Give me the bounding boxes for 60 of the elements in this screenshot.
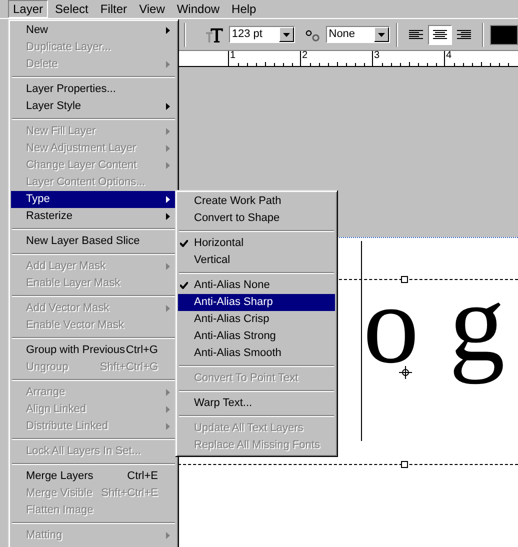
menu-item[interactable]: Anti-Alias None	[178, 277, 335, 294]
submenu-arrow-icon	[166, 145, 170, 152]
menu-item[interactable]: New	[11, 22, 176, 39]
menu-item[interactable]: Vertical	[178, 252, 335, 269]
menu-item[interactable]: New Layer Based Slice	[11, 233, 176, 250]
submenu-arrow-icon	[166, 532, 170, 539]
color-swatch[interactable]	[490, 24, 518, 44]
menu-item[interactable]: Warp Text...	[178, 395, 335, 412]
anti-alias-field[interactable]: None	[326, 26, 390, 43]
menu-item[interactable]: Anti-Alias Sharp	[178, 294, 335, 311]
submenu-arrow-icon	[166, 128, 170, 135]
menu-bar-item[interactable]: View	[134, 0, 170, 18]
align-button[interactable]	[428, 24, 452, 44]
canvas-letter: g	[449, 260, 505, 387]
canvas-letter: o	[363, 285, 419, 366]
menu-item[interactable]: Layer Properties...	[11, 81, 176, 98]
menu-item[interactable]: Type	[11, 191, 176, 208]
ruler-label: 3	[374, 51, 380, 61]
font-size-field[interactable]: 123 pt	[228, 26, 295, 43]
checkmark-icon	[180, 240, 188, 247]
submenu-arrow-icon	[166, 196, 170, 203]
menu-item[interactable]: Convert to Shape	[178, 210, 335, 227]
ruler-label: 4	[446, 51, 452, 61]
menu-item[interactable]: Create Work Path	[178, 193, 335, 210]
menu-item[interactable]: Anti-Alias Crisp	[178, 311, 335, 328]
align-icon	[456, 30, 472, 40]
menu-bar-item[interactable]: Select	[50, 0, 94, 18]
caret-icon	[282, 32, 290, 36]
menu-item[interactable]: Horizontal	[178, 235, 335, 252]
submenu-arrow-icon	[166, 423, 170, 430]
menu-item[interactable]: Anti-Alias Strong	[178, 328, 335, 345]
anti-alias-icon	[304, 28, 320, 42]
submenu-arrow-icon	[166, 305, 170, 312]
submenu-arrow-icon	[166, 213, 170, 220]
submenu-arrow-icon	[166, 27, 170, 34]
submenu-arrow-icon	[166, 389, 170, 396]
menu-item[interactable]: Layer Style	[11, 98, 176, 115]
menu-bar-item[interactable]: Filter	[95, 0, 132, 18]
align-icon	[432, 30, 448, 40]
menu-bar-item[interactable]: Window	[172, 0, 225, 18]
resize-handle[interactable]	[401, 461, 408, 468]
caret-icon	[378, 32, 385, 36]
menu-bar-item[interactable]: Help	[226, 0, 262, 18]
submenu-arrow-icon	[166, 103, 170, 110]
type-size-icon	[206, 26, 223, 42]
submenu-arrow-icon	[166, 162, 170, 169]
ruler-label: 1	[230, 51, 236, 61]
menu-bar-item[interactable]: Layer	[8, 0, 48, 18]
menu-item[interactable]: Merge Layers Ctrl+E	[11, 468, 176, 485]
menu-item[interactable]: Group with PreviousCtrl+G	[11, 342, 176, 359]
checkmark-icon	[180, 282, 188, 289]
crosshair-icon	[399, 366, 412, 379]
resize-handle[interactable]	[401, 276, 408, 283]
submenu-arrow-icon	[166, 406, 170, 413]
menu-item[interactable]: Rasterize	[11, 208, 176, 225]
submenu-arrow-icon	[166, 61, 170, 68]
align-icon	[408, 30, 424, 40]
ruler-label: 2	[302, 51, 308, 61]
submenu-arrow-icon	[166, 263, 170, 270]
menu-item[interactable]: Anti-Alias Smooth	[178, 345, 335, 362]
